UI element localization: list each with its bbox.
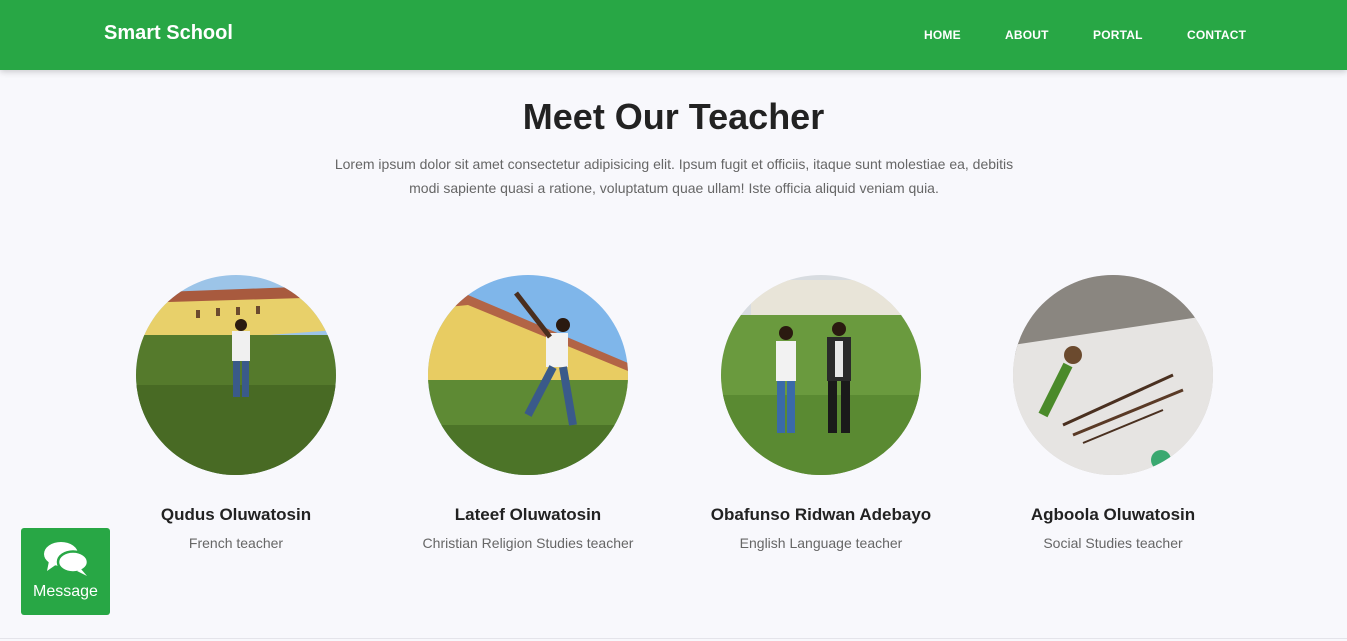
chat-bubbles-icon	[44, 542, 89, 576]
teacher-card: Lateef Oluwatosin Christian Religion Stu…	[378, 275, 678, 575]
teacher-role: Christian Religion Studies teacher	[422, 535, 634, 551]
section-divider	[0, 638, 1347, 639]
message-button[interactable]: Message	[21, 528, 110, 615]
nav-contact-link[interactable]: CONTACT	[1187, 28, 1246, 42]
teacher-name: Obafunso Ridwan Adebayo	[710, 505, 932, 524]
teacher-photo	[428, 275, 628, 475]
nav-home-link[interactable]: HOME	[924, 28, 961, 42]
brand-logo[interactable]: Smart School	[104, 22, 233, 45]
teacher-name: Agboola Oluwatosin	[1030, 505, 1196, 524]
navbar: Smart School HOME ABOUT PORTAL CONTACT	[0, 0, 1347, 70]
teacher-photo	[1013, 275, 1213, 475]
teacher-name: Lateef Oluwatosin	[454, 505, 602, 524]
teacher-name: Qudus Oluwatosin	[160, 505, 312, 524]
nav-about-link[interactable]: ABOUT	[1005, 28, 1049, 42]
teacher-card: Agboola Oluwatosin Social Studies teache…	[963, 275, 1263, 575]
teacher-card: Qudus Oluwatosin French teacher	[86, 275, 386, 575]
nav-portal-link[interactable]: PORTAL	[1093, 28, 1143, 42]
teacher-role: English Language teacher	[739, 535, 903, 551]
teacher-card: Obafunso Ridwan Adebayo English Language…	[671, 275, 971, 575]
section-description: Lorem ipsum dolor sit amet consectetur a…	[334, 156, 1014, 196]
teacher-photo	[136, 275, 336, 475]
message-label: Message	[33, 583, 98, 600]
teacher-role: French teacher	[188, 535, 284, 551]
teacher-photo	[721, 275, 921, 475]
teacher-role: Social Studies teacher	[1043, 535, 1183, 551]
section-title: Meet Our Teacher	[522, 96, 825, 137]
